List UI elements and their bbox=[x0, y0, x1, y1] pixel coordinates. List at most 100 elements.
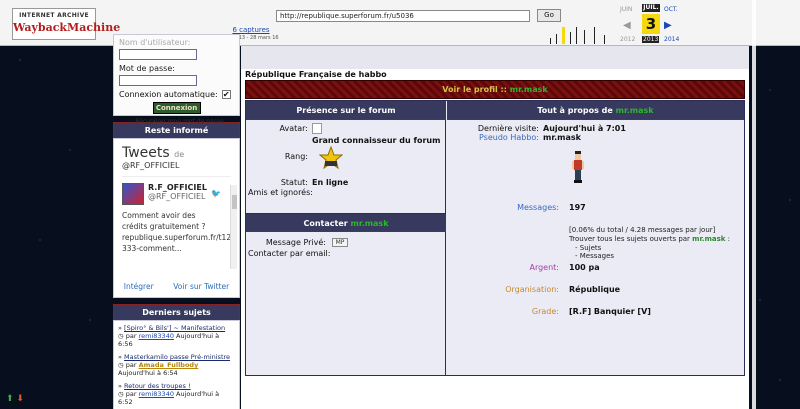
tweets-title-de: de bbox=[174, 150, 185, 159]
view-on-twitter-link[interactable]: Voir sur Twitter bbox=[173, 282, 229, 291]
tweets-handle[interactable]: @RF_OFFICIEL bbox=[122, 161, 231, 170]
money-value: 100 pa bbox=[569, 263, 600, 272]
capture-histogram[interactable] bbox=[548, 27, 614, 44]
messages-label: Messages: bbox=[517, 203, 559, 212]
login-panel: Nom d'utilisateur: Mot de passe: Connexi… bbox=[113, 34, 240, 125]
tweet-text: Comment avoir des crédits gratuitement ?… bbox=[122, 211, 232, 253]
wayback-logo[interactable]: INTERNET ARCHIVE WaybackMachine bbox=[12, 8, 121, 40]
topic-time: Aujourd'hui à 6:54 bbox=[118, 369, 178, 377]
find-prefix: Trouver tous les sujets ouverts par bbox=[569, 235, 690, 243]
presence-header: Présence sur le forum bbox=[246, 101, 446, 120]
presence-column: Présence sur le forum Avatar: Grand conn… bbox=[246, 101, 446, 375]
tweets-title-text: Tweets bbox=[122, 145, 170, 161]
wayback-go-button[interactable]: Go bbox=[537, 9, 561, 22]
day-current: 3 bbox=[642, 14, 660, 34]
wayback-logo-line2: WaybackMachine bbox=[13, 21, 121, 34]
topic-user-link[interactable]: remi83340 bbox=[139, 332, 174, 340]
twitter-bird-icon: 🐦 bbox=[211, 189, 221, 198]
month-current: JUIL. bbox=[642, 4, 660, 12]
username-label: Nom d'utilisateur: bbox=[119, 38, 191, 47]
organisation-label: Organisation: bbox=[505, 285, 559, 294]
recover-password-link[interactable]: :: Récupérer mon mot de passe bbox=[119, 118, 234, 125]
scroll-arrows: ⬆ ⬇ bbox=[6, 394, 24, 404]
sidebar: Nom d'utilisateur: Mot de passe: Connexi… bbox=[113, 34, 240, 409]
month-next[interactable]: OCT. bbox=[664, 6, 678, 13]
embed-link[interactable]: Intégrer bbox=[124, 282, 154, 291]
password-label: Mot de passe: bbox=[119, 64, 175, 73]
topic-link[interactable]: Retour des troupes ! bbox=[124, 382, 191, 390]
year-next[interactable]: 2014 bbox=[664, 36, 679, 43]
tweets-footer: Intégrer Voir sur Twitter bbox=[114, 282, 239, 291]
captures-link[interactable]: 6 captures bbox=[216, 26, 286, 34]
habbo-value: mr.mask bbox=[543, 133, 581, 142]
contact-title-name: mr.mask bbox=[350, 219, 389, 228]
topic-link[interactable]: [Spiro° & Bils'] ~ Manifestation bbox=[124, 324, 225, 332]
next-arrow-icon[interactable]: ▶ bbox=[664, 20, 672, 31]
rank-label: Rang: bbox=[284, 152, 308, 161]
profile-columns: Présence sur le forum Avatar: Grand conn… bbox=[245, 100, 745, 376]
pm-button[interactable]: MP bbox=[332, 238, 348, 247]
find-topics-link[interactable]: - Sujets bbox=[575, 244, 601, 252]
month-prev[interactable]: JUIN bbox=[620, 6, 632, 13]
wayback-url-input[interactable]: http://republique.superforum.fr/u5036 bbox=[276, 10, 530, 22]
profile-header-prefix: Voir le profil :: bbox=[442, 85, 510, 94]
about-title-name: mr.mask bbox=[615, 106, 654, 115]
password-field[interactable] bbox=[119, 75, 197, 86]
rank-star-icon bbox=[319, 146, 343, 170]
topic-by: par bbox=[125, 390, 137, 398]
grade-label: Grade: bbox=[531, 307, 559, 316]
pm-label: Message Privé: bbox=[265, 238, 326, 247]
topic-by: par bbox=[125, 361, 137, 369]
top-strip bbox=[241, 46, 749, 69]
prev-arrow-icon[interactable]: ◀ bbox=[623, 20, 631, 31]
grade-value: [R.F] Banquier [V] bbox=[569, 307, 651, 316]
email-label: Contacter par email: bbox=[248, 249, 331, 258]
list-item: » Retour des troupes ! ◷ par remi83340 A… bbox=[118, 382, 220, 406]
last-visit-label: Dernière visite: bbox=[477, 124, 539, 133]
list-item: » [Spiro° & Bils'] ~ Manifestation ◷ par… bbox=[118, 324, 226, 348]
find-suffix: : bbox=[727, 235, 731, 243]
latest-topics-header: Derniers sujets bbox=[113, 304, 240, 320]
topic-user-link[interactable]: Amada_Fullbody bbox=[139, 361, 199, 369]
contact-header: Contacter mr.mask bbox=[246, 213, 446, 232]
list-item: » Masterkamilo passe Pré-ministre ◷ par … bbox=[118, 353, 231, 377]
messages-value: 197 bbox=[569, 203, 586, 212]
avatar-label: Avatar: bbox=[279, 124, 308, 133]
scroll-down-icon[interactable]: ⬇ bbox=[16, 394, 24, 404]
connect-button[interactable]: Connexion bbox=[152, 102, 201, 114]
page-edge bbox=[752, 0, 756, 409]
find-user-link[interactable]: mr.mask bbox=[692, 235, 725, 243]
page-title: République Française de habbo bbox=[245, 70, 387, 79]
contact-title: Contacter bbox=[303, 219, 348, 228]
username-field[interactable] bbox=[119, 49, 197, 60]
about-title: Tout à propos de bbox=[537, 106, 613, 115]
last-visit-value: Aujourd'hui à 7:01 bbox=[543, 124, 626, 133]
latest-topics-list: » [Spiro° & Bils'] ~ Manifestation ◷ par… bbox=[113, 320, 240, 409]
profile-header-name: mr.mask bbox=[509, 85, 548, 94]
tweet-user: @RF_OFFICIEL bbox=[148, 192, 206, 201]
friends-label: Amis et ignorés: bbox=[248, 188, 313, 197]
main-content: République Française de habbo Voir le pr… bbox=[241, 46, 749, 409]
rank-title: Grand connaisseur du forum bbox=[312, 136, 441, 145]
topic-link[interactable]: Masterkamilo passe Pré-ministre bbox=[124, 353, 230, 361]
find-topics-line: Trouver tous les sujets ouverts par mr.m… bbox=[569, 235, 744, 243]
scroll-up-icon[interactable]: ⬆ bbox=[6, 394, 14, 404]
tweet-avatar bbox=[122, 183, 144, 205]
habbo-label: Pseudo Habbo: bbox=[478, 133, 539, 142]
twitter-widget: Tweets de @RF_OFFICIEL 🐦 R.F_OFFICIEL @R… bbox=[113, 138, 240, 298]
avatar-image bbox=[312, 123, 322, 134]
year-current: 2013 bbox=[642, 36, 660, 43]
topic-user-link[interactable]: remi83340 bbox=[139, 390, 174, 398]
about-header: Tout à propos de mr.mask bbox=[447, 101, 744, 120]
tweet-name: R.F_OFFICIEL bbox=[148, 183, 207, 192]
organisation-value: République bbox=[569, 285, 621, 294]
year-prev[interactable]: 2012 bbox=[620, 36, 635, 43]
status-label: Statut: bbox=[280, 178, 308, 187]
auto-login-checkbox[interactable]: ✔ bbox=[221, 90, 231, 99]
clock-icon: ◷ bbox=[118, 361, 124, 369]
money-label: Argent: bbox=[529, 263, 559, 272]
find-messages-link[interactable]: - Messages bbox=[575, 252, 614, 260]
tweets-scrollbar[interactable] bbox=[230, 185, 237, 269]
status-value: En ligne bbox=[312, 178, 349, 187]
wayback-calendar: JUIN JUIL. OCT. ◀ 3 ▶ 2012 2013 2014 bbox=[620, 4, 684, 44]
